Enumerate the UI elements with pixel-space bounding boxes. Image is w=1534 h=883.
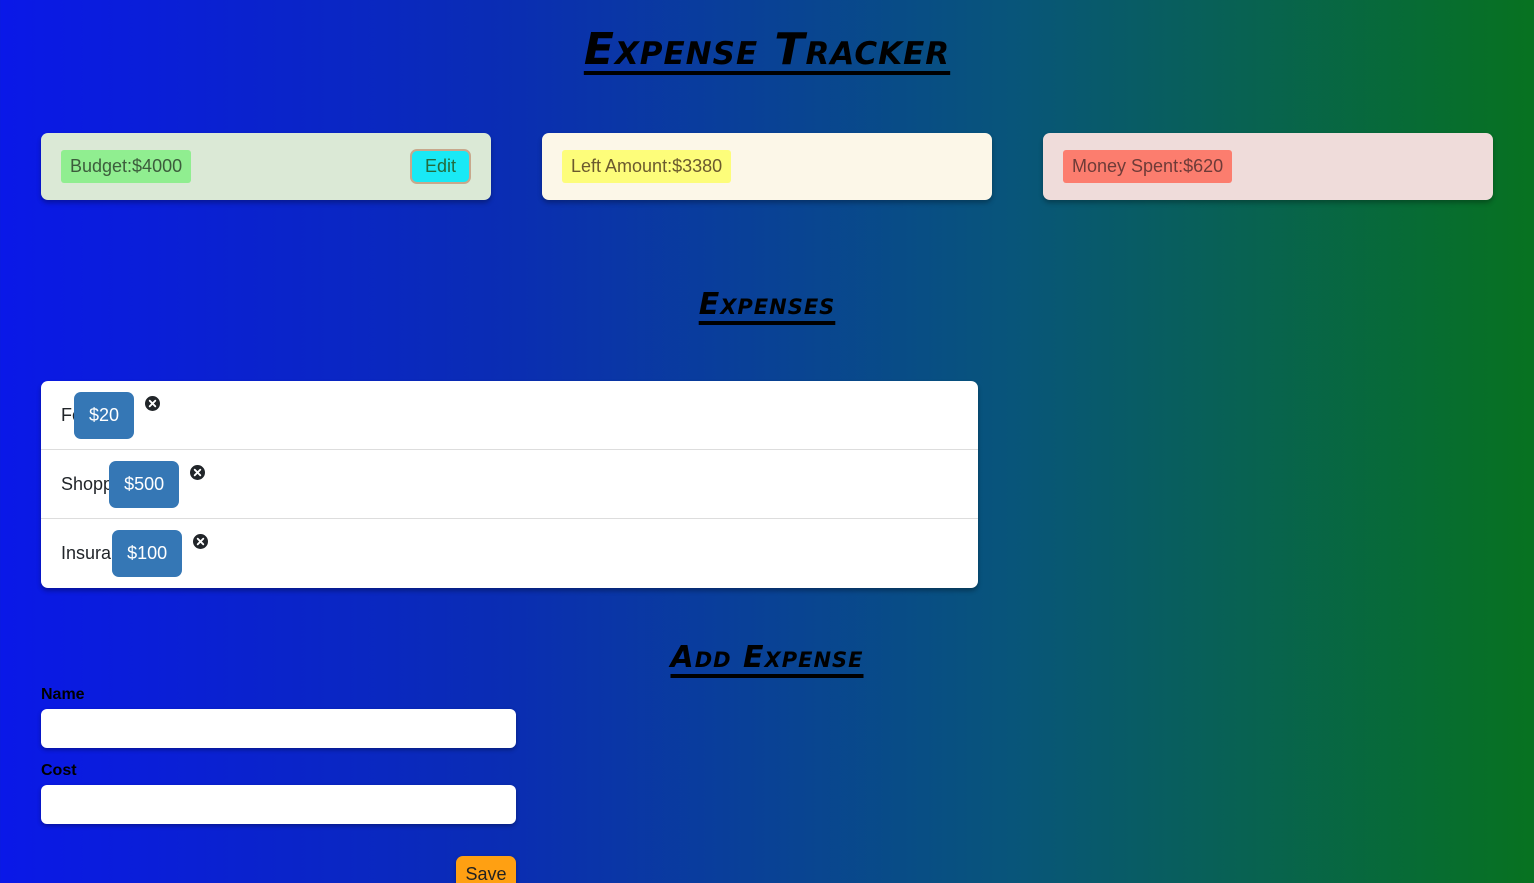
money-spent-badge: Money Spent:$620 bbox=[1063, 150, 1233, 183]
close-circle-icon[interactable] bbox=[193, 534, 209, 549]
table-row[interactable]: Food $20 bbox=[41, 381, 978, 450]
budget-amount-badge: Budget:$4000 bbox=[61, 150, 192, 183]
expense-cost-badge: $500 bbox=[109, 460, 180, 508]
expense-cost-badge: $100 bbox=[112, 530, 183, 577]
name-input[interactable] bbox=[41, 709, 516, 748]
name-field-group: Name bbox=[41, 686, 516, 748]
summary-cards-row: Budget:$4000 Edit Left Amount:$3380 Mone… bbox=[41, 133, 1493, 200]
page-title: Expense Tracker bbox=[583, 24, 951, 75]
table-row[interactable]: Insurance $100 bbox=[41, 519, 978, 588]
left-amount-badge: Left Amount:$3380 bbox=[562, 150, 732, 183]
close-circle-icon[interactable] bbox=[190, 464, 206, 480]
table-row[interactable]: Shopping $500 bbox=[41, 450, 978, 519]
save-button[interactable]: Save bbox=[456, 856, 516, 883]
add-expense-heading: Add Expense bbox=[670, 640, 864, 675]
money-spent-card: Money Spent:$620 bbox=[1043, 133, 1493, 200]
budget-card: Budget:$4000 Edit bbox=[41, 133, 491, 200]
name-field-label: Name bbox=[41, 686, 85, 703]
close-circle-icon[interactable] bbox=[145, 395, 161, 411]
expense-cost-badge: $20 bbox=[74, 391, 135, 439]
left-amount-card: Left Amount:$3380 bbox=[542, 133, 992, 200]
cost-field-group: Cost bbox=[41, 762, 516, 824]
cost-field-label: Cost bbox=[41, 762, 77, 779]
cost-input[interactable] bbox=[41, 785, 516, 824]
expenses-heading: Expenses bbox=[698, 287, 836, 322]
expense-list: Food $20 Shopping $500 Insurance $100 bbox=[41, 381, 978, 588]
edit-budget-button[interactable]: Edit bbox=[409, 149, 471, 184]
add-expense-form: Name Cost bbox=[41, 686, 516, 824]
